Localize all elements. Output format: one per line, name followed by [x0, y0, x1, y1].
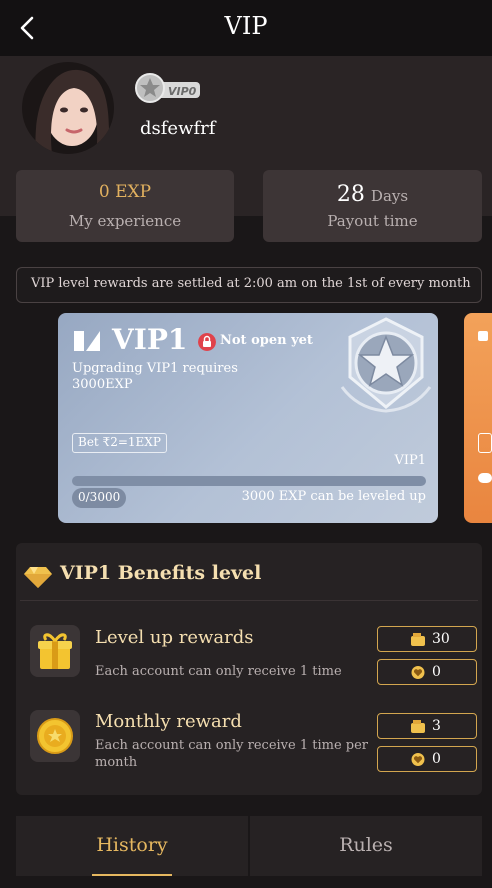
heart-coin-icon: [411, 753, 425, 766]
benefit-desc-levelup: Each account can only receive 1 time: [95, 664, 342, 679]
vip-level-label: VIP1: [394, 453, 426, 468]
diamond-icon: [24, 567, 52, 588]
bet-rate-label: Bet ₹2=1EXP: [72, 433, 167, 453]
monthly-heart-reward: 0: [377, 746, 477, 772]
gift-icon-tile: [30, 625, 80, 677]
vip-requirement: Upgrading VIP1 requires 3000EXP: [72, 361, 272, 393]
benefit-title-levelup: Level up rewards: [95, 627, 254, 648]
experience-label: My experience: [68, 212, 182, 230]
wallet-icon: [411, 633, 425, 646]
vip-card-title: VIP1: [112, 323, 188, 356]
wallet-icon: [411, 720, 425, 733]
benefits-panel: VIP1 Benefits level Level up rewards Eac…: [16, 543, 482, 795]
benefit-desc-monthly: Each account can only receive 1 time per…: [95, 738, 369, 770]
header-bar: VIP: [0, 0, 492, 56]
vip-badge-text: VIP0: [168, 85, 197, 98]
vip-medal-icon: [340, 317, 432, 413]
heart-coin-icon: [411, 666, 425, 679]
coin-icon-tile: [30, 710, 80, 762]
monthly-wallet-reward: 3: [377, 713, 477, 739]
active-tab-underline: [92, 874, 172, 876]
bottom-tabs: History Rules: [16, 816, 482, 876]
page-title: VIP: [224, 12, 268, 40]
monthly-heart-amount: 0: [432, 751, 441, 767]
levelup-heart-reward: 0: [377, 659, 477, 685]
benefits-divider: [20, 600, 478, 601]
payout-value-row: 28 Days: [263, 182, 482, 207]
coin-icon: [37, 718, 73, 754]
vip-progress-bar: [72, 476, 426, 486]
vip-requirement-line2: 3000EXP: [72, 377, 133, 392]
levelup-heart-amount: 0: [432, 664, 441, 680]
lock-icon: [198, 333, 216, 351]
avatar[interactable]: [22, 62, 114, 154]
monthly-wallet-amount: 3: [432, 718, 441, 734]
experience-box: 0 EXP My experience: [16, 170, 234, 242]
experience-value: 0 EXP: [98, 182, 152, 202]
vip2-card-bet-tag: [478, 433, 492, 453]
tab-rules[interactable]: Rules: [250, 816, 482, 876]
tab-history[interactable]: History: [16, 816, 248, 876]
gift-icon: [38, 633, 72, 669]
settlement-notice: VIP level rewards are settled at 2:00 am…: [16, 267, 482, 303]
levelup-wallet-amount: 30: [432, 631, 450, 647]
vip-status: Not open yet: [220, 333, 313, 348]
vip-levelup-text: 3000 EXP can be leveled up: [241, 489, 426, 504]
payout-box: 28 Days Payout time: [263, 170, 482, 242]
payout-unit: Days: [370, 187, 409, 205]
vip2-card-progress: [478, 473, 492, 483]
benefits-title: VIP1 Benefits level: [60, 562, 262, 584]
vip-level-badge-icon: VIP0: [135, 73, 200, 103]
benefit-title-monthly: Monthly reward: [95, 711, 242, 732]
username: dsfewfrf: [140, 118, 216, 139]
avatar-image: [22, 62, 114, 154]
vip2-card-peek[interactable]: [464, 313, 492, 523]
payout-label: Payout time: [327, 212, 418, 230]
vip-requirement-line1: Upgrading VIP1 requires: [72, 361, 238, 376]
vip2-card-logo-icon: [478, 331, 488, 341]
vip-card-logo-icon: [74, 331, 100, 351]
vip-progress-text: 0/3000: [72, 488, 127, 508]
vip1-card[interactable]: VIP1 Not open yet Upgrading VIP1 require…: [58, 313, 438, 523]
payout-days: 28: [336, 182, 365, 207]
levelup-wallet-reward: 30: [377, 626, 477, 652]
